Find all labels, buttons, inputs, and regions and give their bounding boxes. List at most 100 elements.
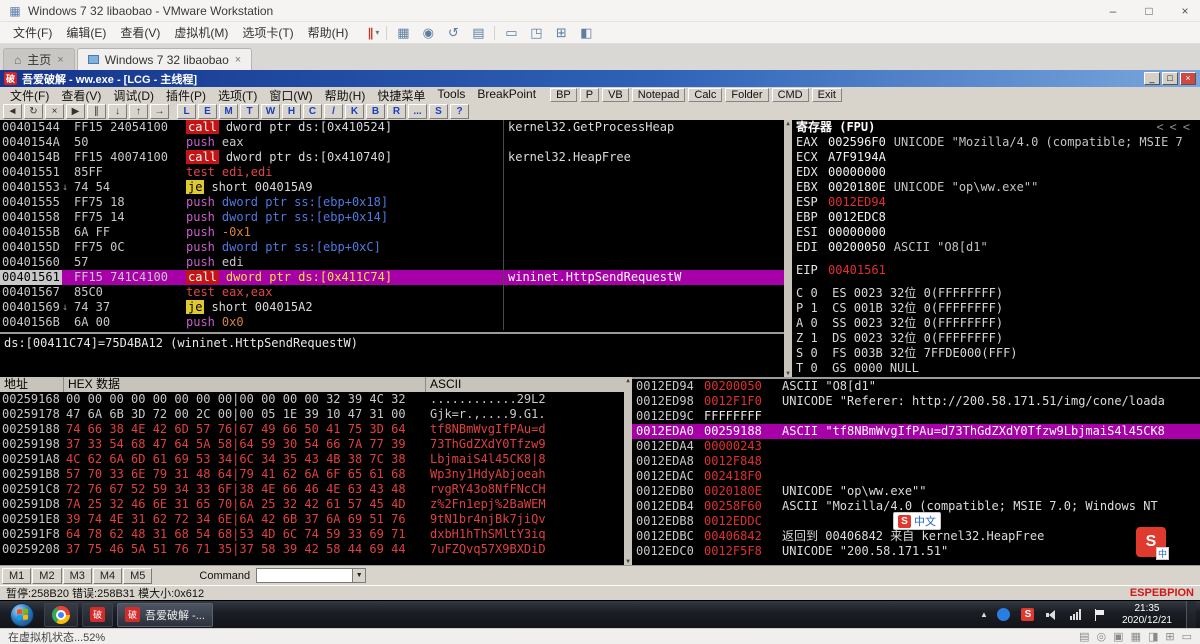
vmware-menu-item[interactable]: 查看(V) bbox=[113, 22, 167, 43]
hexdump-row[interactable]: 002591D8 7A 25 32 46 6E 31 65 70|6A 25 3… bbox=[0, 497, 624, 512]
stack-row[interactable]: 0012EDA4 00000243 bbox=[632, 439, 1200, 454]
toolbar-letter-button[interactable]: M bbox=[219, 104, 238, 119]
disasm-row[interactable]: 0040154B FF15 40074100 call dword ptr ds:… bbox=[0, 150, 784, 165]
scroll-down-icon[interactable]: ▼ bbox=[626, 558, 630, 565]
action-center-flag-icon[interactable] bbox=[1092, 607, 1108, 623]
disasm-row[interactable]: 0040155D FF75 0C push dword ptr ss:[ebp+0… bbox=[0, 240, 784, 255]
close-tab-icon[interactable]: × bbox=[57, 54, 63, 66]
disasm-row[interactable]: 0040156B 6A 00 push 0x0 bbox=[0, 315, 784, 330]
maximize-button[interactable]: □ bbox=[1142, 4, 1156, 18]
start-button[interactable] bbox=[10, 602, 34, 627]
toolbar-control-button[interactable]: ↑ bbox=[129, 104, 148, 119]
ollydbg-menu-item[interactable]: 文件(F) bbox=[4, 87, 55, 104]
quickbar-button[interactable]: Calc bbox=[688, 88, 723, 102]
vm-device-status-icon[interactable]: ◨ bbox=[1148, 630, 1158, 643]
disasm-row[interactable]: 00401553 ↓ 74 54 je short 004015A9 bbox=[0, 180, 784, 195]
show-hidden-icons-button[interactable]: ▲ bbox=[980, 610, 988, 619]
vmware-menu-item[interactable]: 选项卡(T) bbox=[235, 22, 300, 43]
vm-device-status-icon[interactable]: ▦ bbox=[1131, 630, 1141, 643]
register-row[interactable]: EAX 002596F0 UNICODE "Mozilla/4.0 (compati… bbox=[792, 135, 1200, 150]
hexdump-row[interactable]: 00259168 00 00 00 00 00 00 00 00|00 00 0… bbox=[0, 392, 624, 407]
flag-row[interactable]: S 0 FS 003B 32位 7FFDE000(FFF) bbox=[792, 346, 1200, 361]
disasm-row[interactable]: 0040155B 6A FF push -0x1 bbox=[0, 225, 784, 240]
suspend-button[interactable]: ∥ ▾ bbox=[367, 26, 379, 40]
hexdump-row[interactable]: 002591E8 39 74 4E 31 62 72 34 6E|6A 42 6… bbox=[0, 512, 624, 527]
toolbar-letter-button[interactable]: K bbox=[345, 104, 364, 119]
hexdump-pane[interactable]: 地址 HEX 数据 ASCII 00259168 00 00 00 00 00 … bbox=[0, 377, 624, 565]
toolbar-letter-button[interactable]: W bbox=[261, 104, 280, 119]
ollydbg-menu-item[interactable]: 插件(P) bbox=[160, 87, 212, 104]
fullscreen-button[interactable]: ◳ bbox=[527, 25, 545, 41]
toolbar-letter-button[interactable]: L bbox=[177, 104, 196, 119]
taskbar-chrome-button[interactable] bbox=[44, 602, 78, 627]
vmware-menu-item[interactable]: 虚拟机(M) bbox=[167, 22, 235, 43]
pane-nav-arrows-icon[interactable]: <<< bbox=[1156, 120, 1196, 135]
register-row[interactable]: EDI 00200050 ASCII "O8[d1" bbox=[792, 240, 1200, 255]
ollydbg-menu-item[interactable]: 窗口(W) bbox=[263, 87, 318, 104]
info-pane[interactable]: ds:[00411C74]=75D4BA12 (wininet.HttpSend… bbox=[0, 332, 784, 377]
flag-row[interactable]: T 0 GS 0000 NULL bbox=[792, 361, 1200, 376]
vmware-menu-item[interactable]: 编辑(E) bbox=[59, 22, 113, 43]
sogou-tray-icon[interactable]: S bbox=[1020, 607, 1036, 623]
quickbar-button[interactable]: BP bbox=[550, 88, 577, 102]
stack-row[interactable]: 0012EDAC 002418F0 bbox=[632, 469, 1200, 484]
toolbar-letter-button[interactable]: ... bbox=[408, 104, 427, 119]
toolbar-letter-button[interactable]: E bbox=[198, 104, 217, 119]
toolbar-letter-button[interactable]: S bbox=[429, 104, 448, 119]
messenger-tray-icon[interactable] bbox=[996, 607, 1012, 623]
toolbar-control-button[interactable]: ↓ bbox=[108, 104, 127, 119]
toolbar-letter-button[interactable]: H bbox=[282, 104, 301, 119]
sogou-ime-statusbar[interactable]: S 中文 bbox=[893, 512, 941, 530]
quickbar-button[interactable]: CMD bbox=[771, 88, 809, 102]
dropdown-caret-icon[interactable]: ▾ bbox=[375, 28, 379, 37]
toolbar-control-button[interactable]: ▶ bbox=[66, 104, 85, 119]
toolbar-control-button[interactable]: → bbox=[150, 104, 169, 119]
macro-tab[interactable]: M3 bbox=[62, 567, 92, 584]
restore-button[interactable]: □ bbox=[1162, 72, 1178, 85]
revert-snapshot-button[interactable]: ↺ bbox=[444, 25, 462, 41]
stack-row[interactable]: 0012ED9C FFFFFFFF bbox=[632, 409, 1200, 424]
stack-row[interactable]: 0012ED94 00200050 ASCII "O8[d1" bbox=[632, 379, 1200, 394]
close-button[interactable]: × bbox=[1178, 4, 1192, 18]
ollydbg-menu-item[interactable]: BreakPoint bbox=[471, 87, 542, 104]
hexdump-row[interactable]: 002591C8 72 76 67 52 59 34 33 6F|38 4E 6… bbox=[0, 482, 624, 497]
ollydbg-menu-item[interactable]: 选项(T) bbox=[212, 87, 263, 104]
stack-row[interactable]: 0012EDA8 0012F848 bbox=[632, 454, 1200, 469]
quickbar-button[interactable]: Folder bbox=[725, 88, 769, 102]
disasm-scrollbar[interactable]: ▲ ▼ bbox=[784, 120, 792, 377]
macro-tab[interactable]: M1 bbox=[2, 567, 32, 584]
vmware-menu-item[interactable]: 文件(F) bbox=[6, 22, 59, 43]
register-row[interactable] bbox=[792, 278, 1200, 286]
flag-row[interactable]: A 0 SS 0023 32位 0(FFFFFFFF) bbox=[792, 316, 1200, 331]
toolbar-letter-button[interactable]: R bbox=[387, 104, 406, 119]
ollydbg-menu-item[interactable]: Tools bbox=[431, 87, 471, 104]
hexdump-row[interactable]: 002591F8 64 78 62 48 31 68 54 68|53 4D 6… bbox=[0, 527, 624, 542]
toolbar-control-button[interactable]: × bbox=[45, 104, 64, 119]
register-row[interactable]: ECX A7F9194A bbox=[792, 150, 1200, 165]
stack-row[interactable]: 0012EDBC 00406842 返回到 00406842 来自 kernel… bbox=[632, 529, 1200, 544]
disassembly-pane[interactable]: 00401544 FF15 24054100 call dword ptr ds:… bbox=[0, 120, 784, 332]
minimize-button[interactable]: _ bbox=[1144, 72, 1160, 85]
toolbar-control-button[interactable]: ◄ bbox=[3, 104, 22, 119]
macro-tab[interactable]: M2 bbox=[32, 567, 62, 584]
disasm-row[interactable]: 00401555 FF75 18 push dword ptr ss:[ebp+0… bbox=[0, 195, 784, 210]
hexdump-row[interactable]: 00259188 74 66 38 4E 42 6D 57 76|67 49 6… bbox=[0, 422, 624, 437]
take-snapshot-button[interactable]: ◉ bbox=[419, 25, 437, 41]
network-icon[interactable] bbox=[1068, 607, 1084, 623]
command-input[interactable]: ▼ bbox=[256, 568, 367, 583]
vm-device-status-icon[interactable]: ⊞ bbox=[1165, 630, 1174, 643]
vmware-menu-item[interactable]: 帮助(H) bbox=[301, 22, 356, 43]
register-row[interactable]: EBP 0012EDC8 bbox=[792, 210, 1200, 225]
ctrl-alt-del-button[interactable]: ▦ bbox=[394, 25, 412, 41]
console-view-button[interactable]: ▭ bbox=[502, 25, 520, 41]
hexdump-row[interactable]: 00259198 37 33 54 68 47 64 5A 58|64 59 3… bbox=[0, 437, 624, 452]
hexdump-scrollbar[interactable]: ▲ ▼ bbox=[624, 377, 632, 565]
quickbar-button[interactable]: VB bbox=[602, 88, 629, 102]
library-toggle-button[interactable]: ◧ bbox=[577, 25, 595, 41]
quickbar-button[interactable]: P bbox=[579, 88, 600, 102]
macro-tab[interactable]: M4 bbox=[92, 567, 123, 584]
toolbar-letter-button[interactable]: C bbox=[303, 104, 322, 119]
register-row[interactable]: ESP 0012ED94 bbox=[792, 195, 1200, 210]
dropdown-arrow-icon[interactable]: ▼ bbox=[352, 569, 366, 582]
register-row[interactable]: EDX 00000000 bbox=[792, 165, 1200, 180]
